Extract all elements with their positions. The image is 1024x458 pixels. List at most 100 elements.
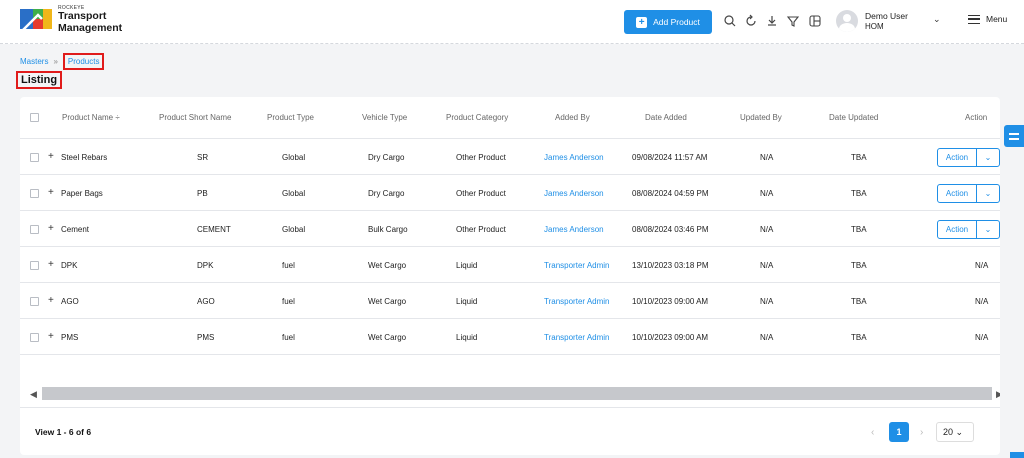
col-date-added[interactable]: Date Added [645, 113, 687, 122]
app-logo[interactable]: ROCKEYE Transport Management [18, 5, 122, 35]
table-row[interactable]: + DPK DPK fuel Wet Cargo Liquid Transporter Ad… [20, 247, 1000, 283]
pagination-next[interactable]: › [920, 427, 923, 438]
row-checkbox[interactable] [30, 261, 39, 270]
col-product-category[interactable]: Product Category [446, 113, 508, 122]
cell-type: Global [282, 153, 306, 162]
row-checkbox[interactable] [30, 297, 39, 306]
pagination-prev[interactable]: ‹ [871, 427, 874, 438]
page-size-select[interactable]: 20 ⌄ [936, 422, 974, 442]
cell-action: N/A [975, 333, 989, 342]
cell-added-by[interactable]: Transporter Admin [544, 333, 610, 342]
cell-short: CEMENT [197, 225, 231, 234]
cell-category: Other Product [456, 225, 506, 234]
chevron-down-icon[interactable]: ⌄ [976, 184, 1000, 203]
table-row[interactable]: + Steel Rebars SR Global Dry Cargo Other Prod… [20, 139, 1000, 175]
cell-added-by[interactable]: Transporter Admin [544, 261, 610, 270]
refresh-icon[interactable] [744, 14, 758, 28]
row-checkbox[interactable] [30, 189, 39, 198]
cell-vehicle: Wet Cargo [368, 333, 407, 342]
scroll-left-arrow[interactable]: ◀ [30, 389, 37, 400]
cell-date-updated: TBA [851, 297, 867, 306]
breadcrumb: Masters » Products [20, 53, 105, 70]
products-table-card: Product Name ÷ Product Short Name Produc… [20, 97, 1000, 455]
row-checkbox[interactable] [30, 333, 39, 342]
filter-icon[interactable] [786, 14, 800, 28]
horizontal-scrollbar[interactable] [42, 387, 992, 400]
action-button[interactable]: Action [937, 148, 977, 167]
cell-product-name: Paper Bags [61, 189, 103, 198]
sliders-icon[interactable] [1004, 125, 1024, 147]
col-added-by[interactable]: Added By [555, 113, 590, 122]
breadcrumb-products[interactable]: Products [62, 53, 105, 70]
cell-short: PMS [197, 333, 215, 342]
action-button[interactable]: Action [937, 184, 977, 203]
cell-date-updated: TBA [851, 189, 867, 198]
col-vehicle-type[interactable]: Vehicle Type [362, 113, 407, 122]
download-icon[interactable] [765, 14, 779, 28]
cell-product-name: Steel Rebars [61, 153, 108, 162]
page-title: Listing [16, 71, 63, 89]
cell-date-updated: TBA [851, 153, 867, 162]
cell-date-updated: TBA [851, 333, 867, 342]
cell-short: PB [197, 189, 208, 198]
cell-category: Liquid [456, 297, 478, 306]
table-row[interactable]: + PMS PMS fuel Wet Cargo Liquid Transporter Ad… [20, 319, 1000, 355]
col-updated-by[interactable]: Updated By [740, 113, 782, 122]
cell-updated-by: N/A [760, 189, 774, 198]
menu-button[interactable]: Menu [968, 14, 1007, 24]
cell-added-by[interactable]: James Anderson [544, 153, 604, 162]
col-product-type[interactable]: Product Type [267, 113, 314, 122]
cell-added-by[interactable]: Transporter Admin [544, 297, 610, 306]
cell-action: N/A [975, 261, 989, 270]
chevron-down-icon: ⌄ [955, 427, 964, 437]
expand-icon[interactable]: + [48, 151, 54, 162]
table-row[interactable]: + AGO AGO fuel Wet Cargo Liquid Transporter Ad… [20, 283, 1000, 319]
cell-date-added: 10/10/2023 09:00 AM [632, 333, 709, 342]
col-date-updated[interactable]: Date Updated [829, 113, 878, 122]
add-product-button[interactable]: + Add Product [624, 10, 712, 34]
chevron-down-icon[interactable]: ⌄ [976, 220, 1000, 239]
cell-vehicle: Bulk Cargo [368, 225, 408, 234]
table-row[interactable]: + Paper Bags PB Global Dry Cargo Other Produc… [20, 175, 1000, 211]
select-all-checkbox[interactable] [30, 113, 39, 122]
layout-icon[interactable] [808, 14, 822, 28]
user-avatar[interactable] [836, 10, 858, 32]
breadcrumb-masters[interactable]: Masters [20, 57, 48, 66]
action-button[interactable]: Action [937, 220, 977, 239]
menu-label: Menu [986, 14, 1008, 24]
chevron-down-icon[interactable]: ⌄ [976, 148, 1000, 167]
view-count: View 1 - 6 of 6 [35, 427, 92, 437]
search-icon[interactable] [723, 14, 737, 28]
cell-added-by[interactable]: James Anderson [544, 189, 604, 198]
user-role: HOM [865, 22, 884, 31]
logo-mark-icon [20, 9, 52, 32]
expand-icon[interactable]: + [48, 259, 54, 270]
col-product-name[interactable]: Product Name ÷ [62, 113, 120, 122]
cell-category: Liquid [456, 333, 478, 342]
expand-icon[interactable]: + [48, 187, 54, 198]
expand-icon[interactable]: + [48, 331, 54, 342]
scroll-right-arrow[interactable]: ▶ [996, 389, 1000, 400]
cell-date-added: 13/10/2023 03:18 PM [632, 261, 709, 270]
row-checkbox[interactable] [30, 153, 39, 162]
cell-action: N/A [975, 297, 989, 306]
cell-date-updated: TBA [851, 225, 867, 234]
cell-date-added: 08/08/2024 03:46 PM [632, 225, 709, 234]
cell-date-added: 10/10/2023 09:00 AM [632, 297, 709, 306]
cell-date-updated: TBA [851, 261, 867, 270]
cell-added-by[interactable]: James Anderson [544, 225, 604, 234]
chevron-down-icon[interactable]: ⌄ [933, 14, 941, 25]
expand-icon[interactable]: + [48, 223, 54, 234]
table-row[interactable]: + Cement CEMENT Global Bulk Cargo Other Produ… [20, 211, 1000, 247]
logo-title-line2: Management [58, 21, 123, 34]
cell-vehicle: Wet Cargo [368, 261, 407, 270]
cell-category: Liquid [456, 261, 478, 270]
pagination-page[interactable]: 1 [889, 422, 909, 442]
top-header: ROCKEYE Transport Management + Add Produ… [0, 0, 1024, 44]
cell-updated-by: N/A [760, 225, 774, 234]
table-header: Product Name ÷ Product Short Name Produc… [20, 97, 1000, 139]
cell-type: fuel [282, 333, 295, 342]
col-product-short-name[interactable]: Product Short Name [159, 113, 231, 122]
row-checkbox[interactable] [30, 225, 39, 234]
expand-icon[interactable]: + [48, 295, 54, 306]
